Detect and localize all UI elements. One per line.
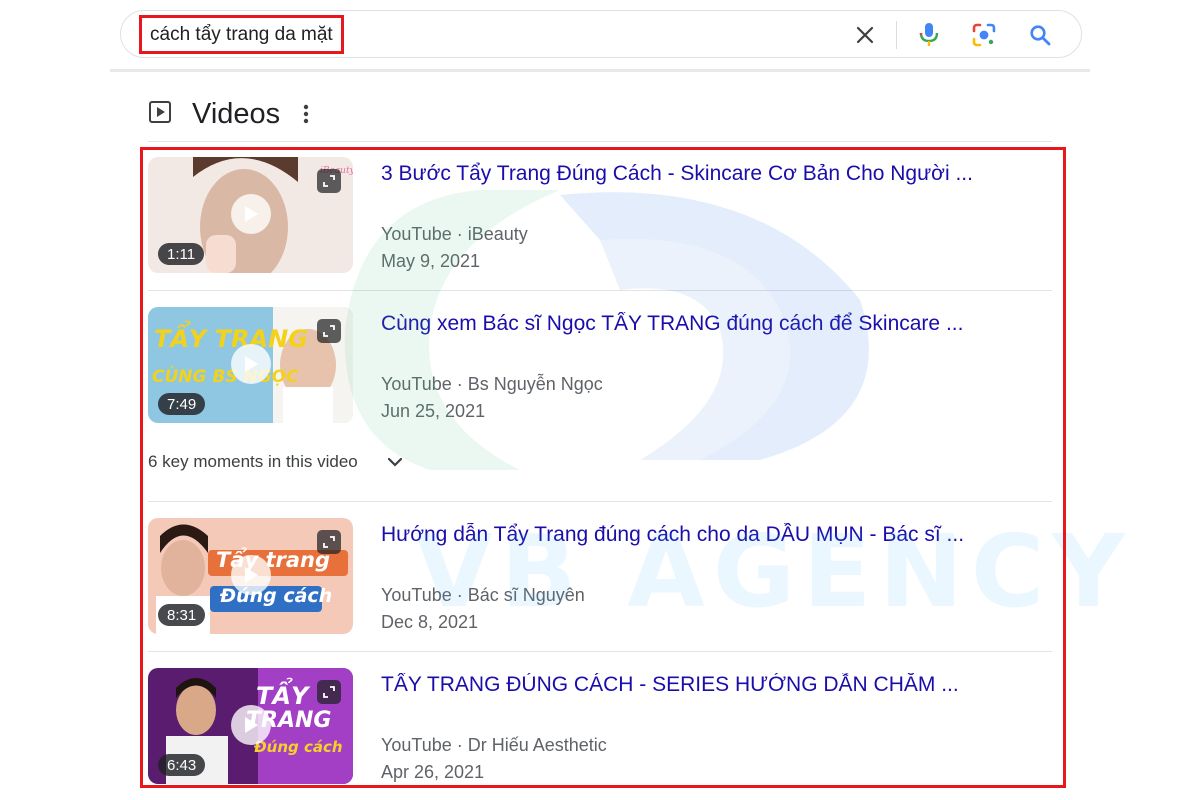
play-icon	[231, 194, 271, 234]
video-duration: 1:11	[158, 243, 205, 265]
video-duration: 7:49	[158, 393, 206, 415]
video-date: Dec 8, 2021	[381, 612, 479, 632]
thumbnail-caption: TẨY	[256, 682, 309, 710]
video-result-1: iBeauty 1:11 3 Bước Tẩy Trang Đúng Cách …	[148, 157, 1052, 277]
result-divider	[148, 290, 1052, 291]
key-moments-toggle[interactable]: 6 key moments in this video	[148, 450, 404, 474]
video-thumbnail[interactable]: iBeauty 1:11	[148, 157, 353, 273]
video-source: YouTube · Bác sĩ Nguyên	[381, 585, 585, 605]
video-source: YouTube · Bs Nguyễn Ngọc	[381, 374, 603, 394]
chevron-down-icon	[386, 456, 404, 468]
search-query-text: cách tẩy trang da mặt	[150, 23, 333, 45]
play-icon	[231, 344, 271, 384]
thumbnail-caption: Đúng cách	[254, 738, 343, 756]
microphone-icon[interactable]	[916, 22, 942, 48]
close-icon[interactable]	[852, 22, 878, 48]
expand-icon[interactable]	[317, 319, 341, 343]
video-source: YouTube · iBeauty	[381, 224, 528, 244]
result-divider	[148, 651, 1052, 652]
video-date: Apr 26, 2021	[381, 762, 485, 782]
thumbnail-caption: TẨY TRANG	[154, 325, 308, 353]
video-duration: 8:31	[158, 604, 206, 626]
video-title-link[interactable]: Cùng xem Bác sĩ Ngọc TẨY TRANG đúng cách…	[381, 312, 1041, 336]
search-icon[interactable]	[1027, 22, 1053, 48]
section-title: Videos	[192, 97, 281, 130]
section-divider	[148, 141, 1052, 142]
header-divider	[110, 69, 1090, 72]
thumbnail-caption: CÙNG BS NGỌC	[152, 367, 299, 387]
play-icon	[231, 705, 271, 745]
expand-icon[interactable]	[317, 530, 341, 554]
video-source: YouTube · Dr Hiếu Aesthetic	[381, 735, 607, 755]
play-box-icon	[148, 100, 172, 129]
video-date: Jun 25, 2021	[381, 401, 486, 421]
expand-icon[interactable]	[317, 680, 341, 704]
search-input[interactable]: cách tẩy trang da mặt	[139, 15, 344, 54]
key-moments-label: 6 key moments in this video	[148, 452, 358, 471]
result-divider	[148, 501, 1052, 502]
search-divider	[896, 21, 897, 49]
video-duration: 6:43	[158, 754, 206, 776]
search-bar: cách tẩy trang da mặt	[120, 10, 1082, 58]
expand-icon[interactable]	[317, 169, 341, 193]
video-title-link[interactable]: Hướng dẫn Tẩy Trang đúng cách cho da DẦU…	[381, 523, 1041, 547]
video-title-link[interactable]: 3 Bước Tẩy Trang Đúng Cách - Skincare Cơ…	[381, 162, 1041, 186]
camera-lens-icon[interactable]	[971, 22, 997, 48]
video-thumbnail[interactable]: TẨY TRANG CÙNG BS NGỌC 7:49	[148, 307, 353, 423]
play-icon	[231, 555, 271, 595]
video-result-3: Tẩy trang Đúng cách 8:31 Hướng dẫn Tẩy T…	[148, 518, 1052, 638]
video-result-4: TẨY TRANG Đúng cách 6:43 TẨY TRANG ĐÚNG …	[148, 668, 1052, 784]
video-result-2: TẨY TRANG CÙNG BS NGỌC 7:49 Cùng xem Bác…	[148, 307, 1052, 427]
videos-section-header: Videos	[148, 96, 312, 132]
more-vertical-icon[interactable]	[300, 102, 312, 126]
video-title-link[interactable]: TẨY TRANG ĐÚNG CÁCH - SERIES HƯỚNG DẪN C…	[381, 673, 1041, 697]
video-date: May 9, 2021	[381, 251, 481, 271]
video-thumbnail[interactable]: TẨY TRANG Đúng cách 6:43	[148, 668, 353, 784]
video-thumbnail[interactable]: Tẩy trang Đúng cách 8:31	[148, 518, 353, 634]
